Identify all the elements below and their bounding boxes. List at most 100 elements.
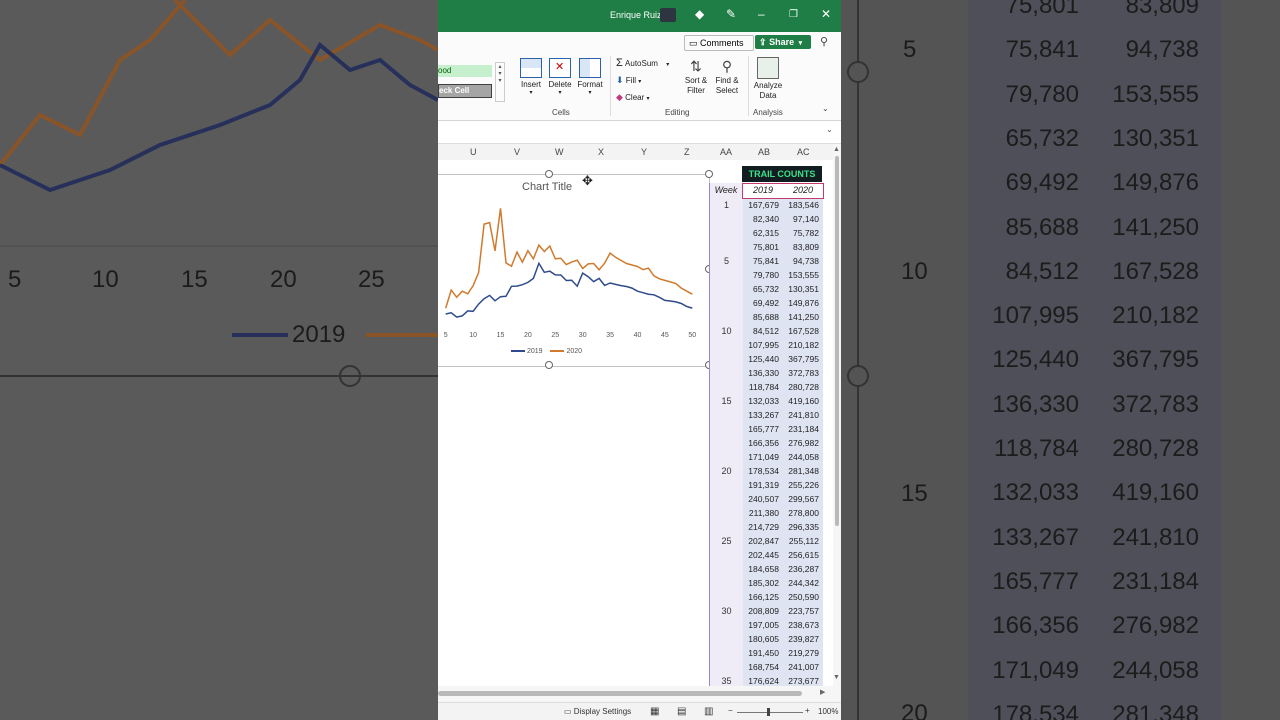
table-cell[interactable]: 219,279 (783, 648, 819, 658)
zoom-slider[interactable] (737, 712, 803, 713)
column-header[interactable]: AA (720, 147, 732, 157)
pen-icon[interactable]: ✎ (726, 7, 736, 21)
table-cell[interactable]: 167,679 (743, 200, 779, 210)
table-cell[interactable]: 299,567 (783, 494, 819, 504)
table-cell[interactable]: 202,847 (743, 536, 779, 546)
table-cell[interactable]: 236,287 (783, 564, 819, 574)
style-good[interactable]: ood (438, 65, 492, 77)
table-cell[interactable]: 280,728 (783, 382, 819, 392)
table-cell[interactable]: 136,330 (743, 368, 779, 378)
table-cell[interactable]: 97,140 (783, 214, 819, 224)
scroll-up-icon[interactable]: ▲ (833, 146, 840, 153)
column-header[interactable]: AB (758, 147, 770, 157)
normal-view-icon[interactable]: ▦ (650, 706, 659, 717)
column-header[interactable]: W (555, 147, 564, 157)
resize-handle[interactable] (545, 361, 553, 369)
table-header[interactable]: TRAIL COUNTS (742, 166, 822, 182)
table-cell[interactable]: 214,729 (743, 522, 779, 532)
table-cell[interactable]: 176,624 (743, 676, 779, 686)
table-cell[interactable]: 149,876 (783, 298, 819, 308)
table-cell[interactable]: 278,800 (783, 508, 819, 518)
table-cell[interactable]: 210,182 (783, 340, 819, 350)
clear-button[interactable]: ◆ Clear ▾ (616, 92, 650, 103)
resize-handle[interactable] (705, 170, 713, 178)
table-cell[interactable]: 166,125 (743, 592, 779, 602)
table-cell[interactable]: 208,809 (743, 606, 779, 616)
year-header-2019[interactable]: 2019 (743, 183, 783, 198)
table-cell[interactable]: 185,302 (743, 578, 779, 588)
table-cell[interactable]: 83,809 (783, 242, 819, 252)
comments-button[interactable]: ▭ Comments (684, 35, 754, 51)
table-cell[interactable]: 107,995 (743, 340, 779, 350)
column-header[interactable]: X (598, 147, 604, 157)
table-cell[interactable]: 296,335 (783, 522, 819, 532)
table-cell[interactable]: 255,112 (783, 536, 819, 546)
table-cell[interactable]: 132,033 (743, 396, 779, 406)
line-chart[interactable]: Chart Title 5 10 15 20 25 30 35 40 45 50 2019 202… (438, 174, 710, 367)
table-cell[interactable]: 197,005 (743, 620, 779, 630)
analyze-data-button[interactable]: Analyze Data (751, 57, 785, 101)
table-cell[interactable]: 75,801 (743, 242, 779, 252)
column-header[interactable]: Y (641, 147, 647, 157)
close-icon[interactable]: ✕ (821, 7, 831, 21)
table-cell[interactable]: 171,049 (743, 452, 779, 462)
table-cell[interactable]: 191,450 (743, 648, 779, 658)
style-check-cell[interactable]: eck Cell (438, 84, 492, 98)
table-cell[interactable]: 281,348 (783, 466, 819, 476)
table-cell[interactable]: 85,688 (743, 312, 779, 322)
expand-formula-icon[interactable]: ⌄ (826, 125, 833, 134)
column-header[interactable]: U (470, 147, 477, 157)
table-cell[interactable]: 141,250 (783, 312, 819, 322)
week-header[interactable]: Week (710, 183, 742, 198)
page-layout-icon[interactable]: ▤ (677, 706, 686, 717)
table-cell[interactable]: 191,319 (743, 480, 779, 490)
table-cell[interactable]: 184,658 (743, 564, 779, 574)
table-cell[interactable]: 153,555 (783, 270, 819, 280)
pin-icon[interactable]: ⚲ (820, 35, 828, 48)
autosum-button[interactable]: Σ AutoSum ▾ (616, 57, 669, 69)
table-cell[interactable]: 65,732 (743, 284, 779, 294)
table-cell[interactable]: 255,226 (783, 480, 819, 490)
table-cell[interactable]: 231,184 (783, 424, 819, 434)
share-button[interactable]: ⇪ Share ▾ (755, 35, 811, 49)
table-cell[interactable]: 223,757 (783, 606, 819, 616)
table-cell[interactable]: 125,440 (743, 354, 779, 364)
table-cell[interactable]: 239,827 (783, 634, 819, 644)
series-line-2019[interactable] (445, 261, 693, 318)
week-number[interactable]: 1 (710, 200, 743, 210)
table-cell[interactable]: 250,590 (783, 592, 819, 602)
resize-handle[interactable] (545, 170, 553, 178)
table-cell[interactable]: 167,528 (783, 326, 819, 336)
table-cell[interactable]: 244,058 (783, 452, 819, 462)
find-select-button[interactable]: ⚲ Find & Select (711, 58, 743, 96)
display-settings-button[interactable]: ▭ Display Settings (564, 707, 631, 716)
week-number[interactable]: 15 (710, 396, 743, 406)
week-number[interactable]: 10 (710, 326, 743, 336)
delete-button[interactable]: ✕ Delete ▾ (546, 58, 574, 96)
diamond-icon[interactable]: ◆ (695, 7, 704, 21)
vertical-scrollbar[interactable]: ▲ ▼ (833, 144, 841, 686)
week-number[interactable]: 20 (710, 466, 743, 476)
table-cell[interactable]: 244,342 (783, 578, 819, 588)
page-break-icon[interactable]: ▥ (704, 706, 713, 717)
table-cell[interactable]: 273,677 (783, 676, 819, 686)
table-cell[interactable]: 168,754 (743, 662, 779, 672)
table-cell[interactable]: 180,605 (743, 634, 779, 644)
fill-button[interactable]: ⬇ Fill ▾ (616, 75, 641, 86)
table-cell[interactable]: 211,380 (743, 508, 779, 518)
table-cell[interactable]: 165,777 (743, 424, 779, 434)
sort-filter-button[interactable]: ⇅ Sort & Filter (681, 58, 711, 96)
zoom-slider-thumb[interactable] (767, 708, 770, 716)
table-cell[interactable]: 367,795 (783, 354, 819, 364)
week-number[interactable]: 5 (710, 256, 743, 266)
table-cell[interactable]: 276,982 (783, 438, 819, 448)
formula-bar[interactable]: ⌄ (438, 121, 841, 144)
table-cell[interactable]: 240,507 (743, 494, 779, 504)
column-header[interactable]: Z (684, 147, 690, 157)
week-number[interactable]: 30 (710, 606, 743, 616)
table-cell[interactable]: 130,351 (783, 284, 819, 294)
table-cell[interactable]: 118,784 (743, 382, 779, 392)
table-cell[interactable]: 79,780 (743, 270, 779, 280)
zoom-level[interactable]: 100% (818, 707, 838, 716)
table-cell[interactable]: 183,546 (783, 200, 819, 210)
